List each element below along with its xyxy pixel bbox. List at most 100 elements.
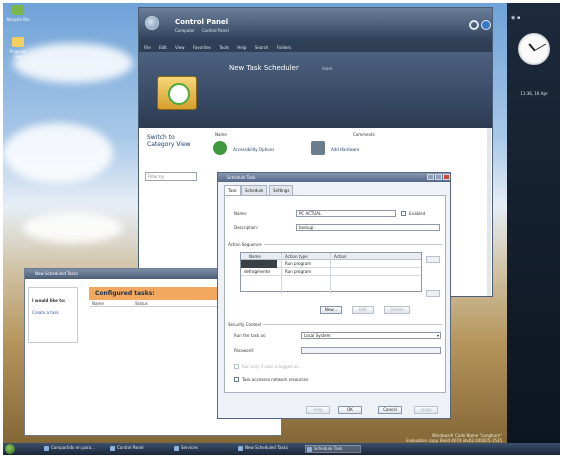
grid-divider: [281, 253, 282, 293]
tab-schedule[interactable]: Schedule: [241, 185, 268, 195]
toolbar-search[interactable]: Search: [255, 45, 269, 50]
toolbar-folders[interactable]: Folders: [277, 45, 291, 50]
name-label: Name:: [234, 211, 248, 216]
task-panel: Name: PC ACTUAL Enabled Description: bac…: [224, 195, 446, 393]
banner: New Task Scheduler more: [139, 52, 492, 128]
move-down-button[interactable]: [426, 290, 440, 297]
sidebar-icons[interactable]: ◉ ▪: [511, 15, 520, 21]
taskbar-button[interactable]: Control Panel: [109, 445, 167, 453]
taskbar-button-active[interactable]: Schedule Task: [305, 445, 361, 453]
column-comments[interactable]: Comments: [353, 132, 375, 137]
network-label: Task accesses network resources: [242, 377, 309, 382]
breadcrumb: Computer Control Panel: [175, 28, 235, 33]
help-button[interactable]: Help: [306, 406, 330, 414]
action-row[interactable]: Run program: [241, 260, 421, 268]
folder-icon: [12, 37, 24, 47]
name-field[interactable]: PC ACTUAL: [296, 210, 396, 217]
configured-tasks-label: Configured tasks:: [95, 290, 155, 297]
enabled-checkbox[interactable]: [401, 211, 406, 216]
banner-title: New Task Scheduler: [229, 64, 299, 72]
move-up-button[interactable]: [426, 256, 440, 263]
column-status[interactable]: Status: [135, 301, 148, 306]
clock-hour-hand: [528, 43, 536, 52]
create-task-link[interactable]: Create a task: [29, 303, 77, 315]
sidebar-time: 11:36, 16 Apr: [520, 91, 548, 96]
action-row[interactable]: defragmente Run program: [241, 268, 421, 276]
row-selection: [241, 260, 277, 268]
breadcrumb-control-panel[interactable]: Control Panel: [202, 28, 229, 33]
switch-category-view-link[interactable]: Switch to Category View: [147, 134, 203, 148]
tasks-sidebar-heading: I would like to:: [32, 298, 66, 303]
logged-on-label: Run only if user is logged on: [242, 364, 299, 369]
taskbar-button[interactable]: New Scheduled Tasks: [237, 445, 301, 453]
search-icon[interactable]: [469, 20, 479, 30]
filter-input[interactable]: Filter by: [145, 172, 197, 181]
banner-more-link[interactable]: more: [322, 66, 332, 71]
start-button[interactable]: [5, 444, 15, 454]
scrollbar[interactable]: [487, 128, 491, 296]
menu-help[interactable]: Help: [237, 45, 246, 50]
action-sequence-label: Action Sequence: [228, 242, 264, 247]
new-button[interactable]: New...: [320, 306, 342, 314]
action-col-type[interactable]: Action type: [285, 254, 308, 259]
apply-button[interactable]: Apply: [414, 406, 438, 414]
password-label: Password:: [234, 348, 255, 353]
menu-file[interactable]: File: [144, 45, 151, 50]
description-field[interactable]: backup: [296, 224, 440, 231]
accessibility-icon: [213, 141, 227, 155]
close-button[interactable]: [443, 174, 450, 180]
control-panel-title: Control Panel: [175, 18, 229, 26]
ok-button[interactable]: OK: [338, 406, 362, 414]
edit-button[interactable]: Edit: [352, 306, 374, 314]
cloud: [3, 123, 113, 183]
menu-tools[interactable]: Tools: [219, 45, 229, 50]
dialog-titlebar: Schedule Task: [218, 173, 450, 182]
taskbar: Compartido en para... Control Panel Serv…: [3, 443, 560, 455]
task-scheduler-icon: [157, 76, 197, 110]
tab-settings[interactable]: Settings: [269, 185, 294, 195]
action-col-name[interactable]: Name: [249, 254, 261, 259]
clock-gadget[interactable]: [518, 33, 550, 65]
action-grid[interactable]: Name Action type Action Run program defr…: [240, 252, 422, 293]
back-button[interactable]: [145, 16, 159, 30]
cancel-button[interactable]: Cancel: [378, 406, 402, 414]
grid-divider: [330, 253, 331, 293]
action-row-type: Run program: [285, 269, 312, 274]
maximize-button[interactable]: [435, 174, 442, 180]
column-name[interactable]: Name: [215, 132, 227, 137]
desktop-icon-recycle-bin[interactable]: Recycle Bin: [5, 5, 31, 22]
watermark: Windows® Code Name "Longhorn" Evaluation…: [398, 433, 502, 443]
taskbar-button[interactable]: Services: [173, 445, 231, 453]
menu-favorites[interactable]: Favorites: [193, 45, 211, 50]
action-grid-header: Name Action type Action: [241, 253, 421, 260]
run-as-select[interactable]: Local System ▾: [301, 332, 441, 339]
taskbar-button[interactable]: Compartido en para...: [43, 445, 103, 453]
network-checkbox[interactable]: [234, 377, 239, 382]
menu-view[interactable]: View: [175, 45, 185, 50]
action-row-type: Run program: [285, 261, 312, 266]
minimize-button[interactable]: [427, 174, 434, 180]
security-label: Security Context: [228, 322, 264, 327]
delete-button[interactable]: Delete: [384, 306, 410, 314]
item-accessibility-options[interactable]: Accessibility Options: [233, 147, 274, 152]
description-label: Description:: [234, 225, 259, 230]
tasks-sidebar: I would like to: Create a task: [28, 287, 78, 343]
column-name[interactable]: Name: [92, 301, 104, 306]
password-field[interactable]: [301, 347, 441, 354]
logged-on-checkbox[interactable]: [234, 364, 239, 369]
run-as-value: Local System: [304, 333, 331, 338]
help-icon[interactable]: [481, 20, 491, 30]
cloud: [13, 43, 133, 83]
desktop-icon-program-files[interactable]: Program Files: [5, 37, 31, 59]
item-add-hardware[interactable]: Add Hardware: [331, 147, 359, 152]
action-col-action[interactable]: Action: [334, 254, 347, 259]
run-as-label: Run the task as:: [234, 333, 267, 338]
breadcrumb-computer[interactable]: Computer: [175, 28, 195, 33]
recycle-bin-icon: [12, 5, 24, 15]
desktop-icon-label: Recycle Bin: [6, 17, 30, 22]
menu-edit[interactable]: Edit: [159, 45, 167, 50]
desktop-icon-label: Program Files: [9, 49, 27, 59]
schedule-task-dialog: Schedule Task Task Schedule Settings Nam…: [217, 172, 451, 419]
sidebar: ◉ ▪ 11:36, 16 Apr: [507, 3, 560, 443]
action-row-name: defragmente: [244, 269, 270, 274]
